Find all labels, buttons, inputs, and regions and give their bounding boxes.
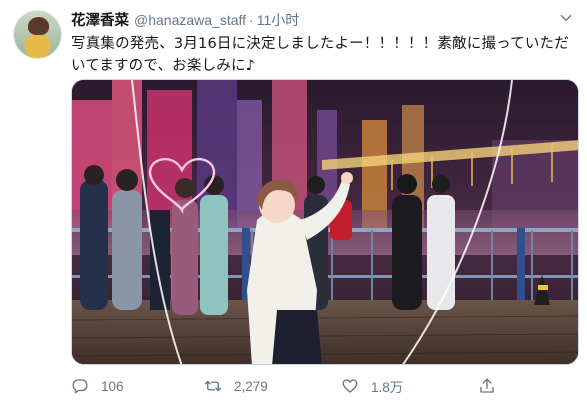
retweet-icon bbox=[204, 377, 222, 395]
avatar[interactable] bbox=[13, 10, 62, 59]
retweet-button[interactable]: 2,279 bbox=[204, 373, 268, 399]
reply-icon bbox=[71, 377, 89, 395]
tweet-actions: 106 2,279 1.8万 bbox=[71, 373, 576, 399]
tweet-photo[interactable] bbox=[71, 79, 579, 365]
reply-button[interactable]: 106 bbox=[71, 373, 124, 399]
share-icon bbox=[478, 377, 496, 395]
separator-dot: · bbox=[249, 12, 254, 28]
author-handle[interactable]: @hanazawa_staff bbox=[134, 12, 246, 28]
reply-count: 106 bbox=[101, 378, 124, 394]
chevron-down-icon[interactable] bbox=[556, 8, 576, 28]
tweet-header: 花澤香菜 @hanazawa_staff · 11小时 bbox=[71, 9, 299, 29]
tweet-text: 写真集の発売、3月16日に決定しましたよー！！！！！素敵に撮っていただいてますの… bbox=[71, 36, 569, 74]
avatar-hair bbox=[28, 17, 49, 35]
retweet-count: 2,279 bbox=[234, 378, 268, 394]
tweet-timestamp[interactable]: 11小时 bbox=[257, 10, 300, 30]
share-button[interactable] bbox=[478, 373, 508, 399]
tweet-card[interactable]: 花澤香菜 @hanazawa_staff · 11小时 写真集の発売、3月16日… bbox=[0, 0, 587, 405]
like-button[interactable]: 1.8万 bbox=[341, 373, 403, 399]
like-count: 1.8万 bbox=[371, 380, 404, 395]
heart-icon bbox=[341, 377, 359, 395]
author-name[interactable]: 花澤香菜 bbox=[71, 9, 129, 30]
